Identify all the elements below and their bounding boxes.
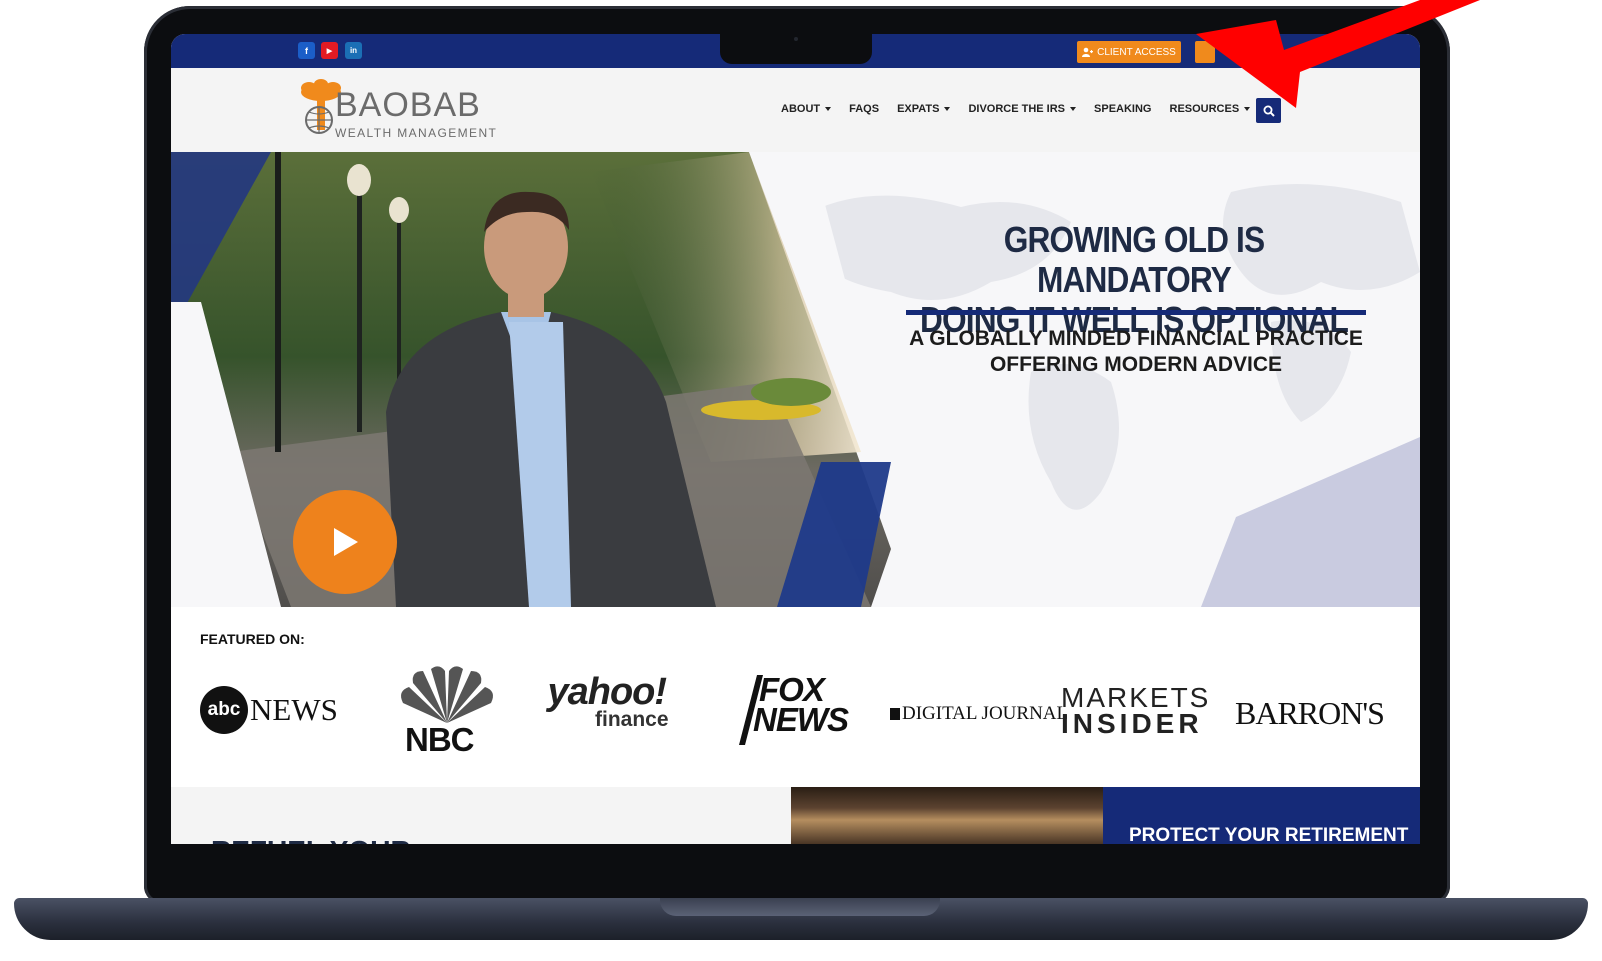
featured-on-section: FEATURED ON: abc NEWS NBC yahoo! finance…	[171, 607, 1420, 787]
nav-label: DIVORCE THE IRS	[968, 103, 1066, 115]
headline-divider	[906, 310, 1366, 315]
nav-label: ABOUT	[781, 103, 821, 115]
decor-shape	[1201, 437, 1420, 607]
red-pointer-arrow-icon	[1196, 0, 1480, 108]
hero-subheadline: A GLOBALLY MINDED FINANCIAL PRACTICE OFF…	[886, 326, 1386, 378]
logo-tagline: WEALTH MANAGEMENT	[335, 126, 498, 140]
protect-heading: PROTECT YOUR RETIREMENT	[1129, 825, 1409, 844]
chevron-down-icon	[1070, 107, 1077, 111]
abc-news-logo: abc NEWS	[200, 686, 338, 734]
featured-label: FEATURED ON:	[200, 631, 305, 647]
abc-badge: abc	[200, 686, 248, 734]
refuel-heading: REFUEL YOUR	[211, 835, 411, 844]
laptop-mockup: f ▶ in CLIENT ACCESS BAOBAB WEALTH MANAG…	[0, 0, 1602, 961]
website-screen: f ▶ in CLIENT ACCESS BAOBAB WEALTH MANAG…	[171, 34, 1420, 844]
logo-wordmark: BAOBAB	[335, 86, 481, 124]
play-icon	[334, 528, 358, 556]
nbc-text: NBC	[405, 721, 474, 758]
nbc-logo: NBC	[397, 665, 497, 761]
youtube-icon[interactable]: ▶	[321, 42, 338, 59]
chevron-down-icon	[825, 107, 832, 111]
nav-item-divorce-the-irs[interactable]: DIVORCE THE IRS	[968, 103, 1077, 115]
hero-headline-line-1: GROWING OLD IS MANDATORY	[1003, 219, 1265, 300]
yahoo-finance-logo: yahoo! finance	[545, 671, 669, 733]
abc-news-text: NEWS	[250, 692, 338, 727]
client-access-button[interactable]: CLIENT ACCESS	[1077, 41, 1181, 63]
nav-item-about[interactable]: ABOUT	[781, 103, 832, 115]
digital-journal-mark	[890, 708, 900, 720]
next-section-peek: REFUEL YOUR PROTECT YOUR RETIREMENT	[171, 787, 1420, 844]
linkedin-icon[interactable]: in	[345, 42, 362, 59]
user-icon	[1082, 47, 1094, 57]
nav-item-faqs[interactable]: FAQS	[849, 103, 879, 115]
hero-section: GROWING OLD IS MANDATORY DOING IT WELL I…	[171, 152, 1420, 607]
hero-sub-line-2: OFFERING MODERN ADVICE	[989, 353, 1283, 376]
nav-item-expats[interactable]: EXPATS	[897, 103, 951, 115]
camera-notch	[720, 34, 872, 64]
facebook-icon[interactable]: f	[298, 42, 315, 59]
camera-dot	[794, 37, 798, 41]
office-photo	[791, 787, 1103, 844]
insider-text: INSIDER	[1061, 708, 1203, 739]
fox-slash-icon	[739, 675, 763, 745]
fox-news-text: NEWS	[753, 701, 849, 738]
nav-label: SPEAKING	[1094, 103, 1152, 115]
baobab-logo[interactable]: BAOBAB WEALTH MANAGEMENT	[299, 78, 499, 144]
peacock-icon	[401, 666, 493, 723]
nav-label: EXPATS	[897, 103, 940, 115]
hero-sub-line-1: A GLOBALLY MINDED FINANCIAL PRACTICE	[909, 327, 1363, 350]
laptop-base-notch	[660, 898, 940, 916]
hero-headline: GROWING OLD IS MANDATORY DOING IT WELL I…	[918, 220, 1349, 340]
nav-item-speaking[interactable]: SPEAKING	[1094, 103, 1151, 115]
barrons-logo: BARRON'S	[1235, 695, 1385, 731]
digital-journal-logo: DIGITAL JOURNAL	[890, 703, 1068, 725]
nav-label: FAQS	[849, 103, 880, 115]
finance-text: finance	[595, 708, 669, 731]
yahoo-text: yahoo!	[547, 671, 667, 713]
video-play-button[interactable]	[293, 490, 397, 594]
markets-insider-logo: MARKETS INSIDER	[1061, 684, 1210, 739]
fox-news-logo: FOX NEWS	[739, 673, 849, 745]
digital-journal-text: DIGITAL JOURNAL	[902, 703, 1069, 724]
chevron-down-icon	[944, 107, 951, 111]
client-access-label: CLIENT ACCESS	[1097, 46, 1176, 58]
